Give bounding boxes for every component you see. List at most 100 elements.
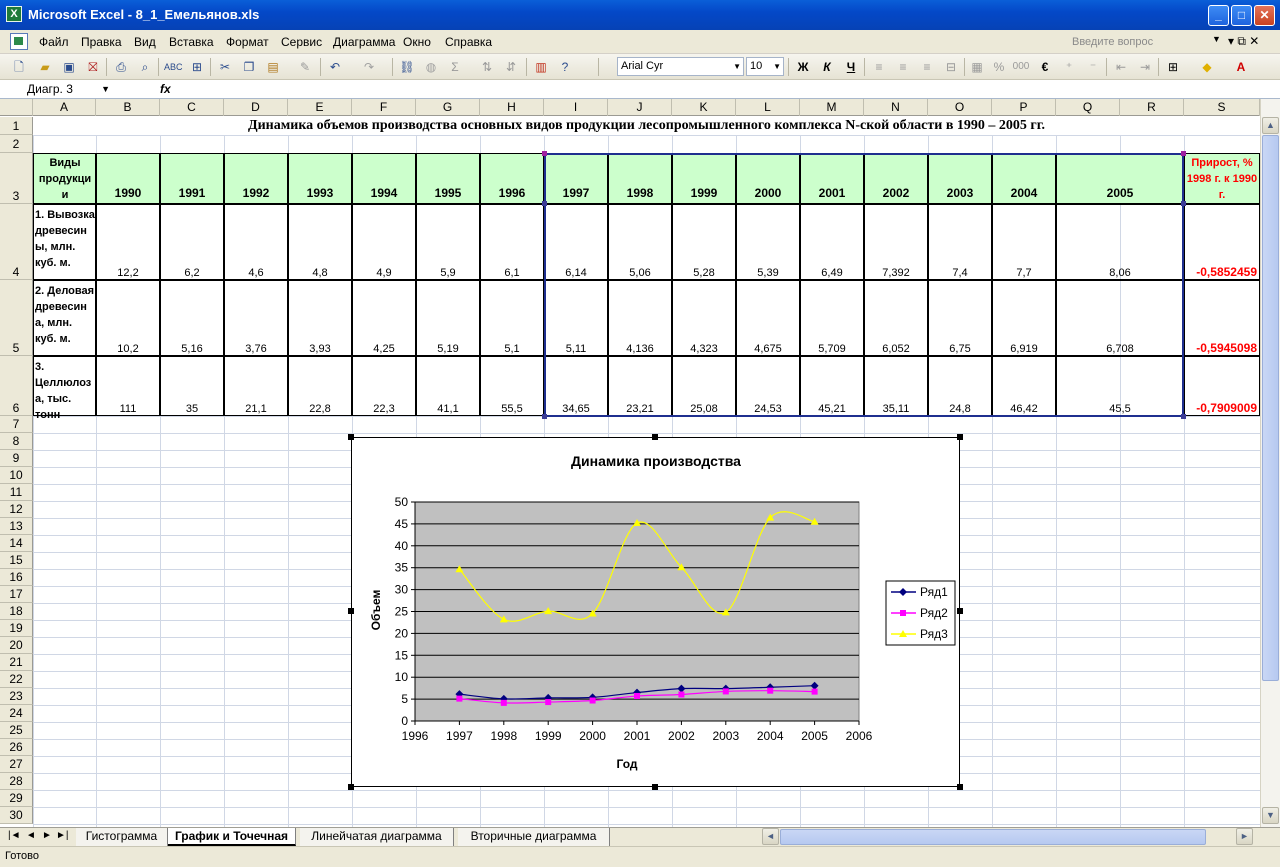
scroll-left-button[interactable]: ◄ [762,828,779,845]
font-color-icon[interactable]: A [1232,58,1250,76]
data-point[interactable] [500,699,507,706]
first-sheet-button[interactable]: |◄ [8,830,21,841]
year-header[interactable]: 1999 [672,153,736,204]
row-header[interactable]: 29 [0,790,33,807]
row-header[interactable]: 27 [0,756,33,773]
column-header[interactable]: D [224,99,288,116]
row-header[interactable]: 8 [0,433,33,450]
data-cell[interactable]: 35 [160,356,224,416]
data-cell[interactable]: 5,28 [672,204,736,280]
row-header[interactable]: 20 [0,637,33,654]
chart-object[interactable]: Динамика производства 0 5 10 15 20 25 30 35 40 45… [351,437,960,787]
legend-label[interactable]: Ряд3 [920,627,948,641]
data-point[interactable] [634,692,640,699]
merge-center-icon[interactable]: ⊟ [942,58,960,76]
year-header[interactable]: 1992 [224,153,288,204]
menu-file[interactable]: Файл [39,35,69,49]
data-cell[interactable]: 41,1 [416,356,480,416]
align-center-icon[interactable]: ≡ [894,58,912,76]
row-header[interactable]: 19 [0,620,33,637]
column-header[interactable]: L [736,99,800,116]
x-axis-title[interactable]: Год [617,757,638,771]
column-header[interactable]: S [1184,99,1260,116]
data-cell[interactable]: 6,49 [800,204,864,280]
year-header[interactable]: 2000 [736,153,800,204]
chart-wizard-icon[interactable]: ▥ [532,58,550,76]
data-cell[interactable]: 46,42 [992,356,1056,416]
row-header[interactable]: 16 [0,569,33,586]
column-header[interactable]: G [416,99,480,116]
print-icon[interactable]: ⎙ [112,58,130,76]
menu-chart[interactable]: Диаграмма [333,35,395,49]
row-header[interactable]: 11 [0,484,33,501]
menu-window[interactable]: Окно [403,35,431,49]
data-cell[interactable]: 7,7 [992,204,1056,280]
increase-indent-icon[interactable]: ⇥ [1136,58,1154,76]
sheet-title[interactable]: Динамика объемов производства основных в… [33,117,1260,135]
data-cell[interactable]: 6,2 [160,204,224,280]
x-tick-label[interactable]: 2000 [579,729,606,743]
fill-color-icon[interactable]: ◆ [1198,58,1216,76]
growth-cell[interactable]: -0,5852459 [1184,204,1260,280]
menu-insert[interactable]: Вставка [169,35,214,49]
data-cell[interactable]: 4,323 [672,280,736,356]
data-cell[interactable]: 4,25 [352,280,416,356]
row-header[interactable]: 12 [0,501,33,518]
column-header[interactable]: N [864,99,928,116]
data-cell[interactable]: 24,53 [736,356,800,416]
row-header[interactable]: 6 [0,356,33,416]
chart-resize-handle[interactable] [348,608,354,614]
year-header[interactable]: 1997 [544,153,608,204]
print-preview-icon[interactable]: ⌕ [136,58,154,76]
row-header[interactable]: 2 [0,135,33,153]
column-header[interactable]: M [800,99,864,116]
menu-tools[interactable]: Сервис [281,35,322,49]
align-right-icon[interactable]: ≡ [918,58,936,76]
percent-button[interactable]: % [990,58,1008,76]
sort-ascending-icon[interactable]: ⇅ [478,58,496,76]
y-tick-label[interactable]: 0 [401,714,408,728]
paste-icon[interactable]: ▤ [264,58,282,76]
column-header[interactable]: R [1120,99,1184,116]
y-tick-label[interactable]: 20 [395,626,409,640]
year-header[interactable]: 1995 [416,153,480,204]
data-point[interactable] [811,688,818,695]
data-cell[interactable]: 8,06 [1056,204,1184,280]
row-header[interactable]: 28 [0,773,33,790]
data-cell[interactable]: 25,08 [672,356,736,416]
year-header[interactable]: 2004 [992,153,1056,204]
year-header[interactable]: 2002 [864,153,928,204]
data-cell[interactable]: 45,5 [1056,356,1184,416]
year-header[interactable]: 1994 [352,153,416,204]
chart-title[interactable]: Динамика производства [571,453,741,469]
menu-format[interactable]: Формат [226,35,269,49]
year-header[interactable]: 1993 [288,153,352,204]
currency-icon[interactable]: ▦ [968,58,986,76]
year-header[interactable]: 1990 [96,153,160,204]
data-cell[interactable]: 22,3 [352,356,416,416]
spelling-icon[interactable]: ABC [164,58,183,76]
minimize-button[interactable]: _ [1208,5,1229,26]
scroll-right-button[interactable]: ► [1236,828,1253,845]
decrease-decimal-icon[interactable]: ⁻ [1084,58,1102,76]
y-tick-label[interactable]: 25 [395,605,409,619]
data-cell[interactable]: 5,11 [544,280,608,356]
save-icon[interactable]: ▣ [60,58,78,76]
data-cell[interactable]: 5,9 [416,204,480,280]
chart-resize-handle[interactable] [348,434,354,440]
data-cell[interactable]: 111 [96,356,160,416]
data-cell[interactable]: 4,675 [736,280,800,356]
chart-resize-handle[interactable] [652,434,658,440]
selection-handle[interactable] [542,151,547,156]
data-cell[interactable]: 12,2 [96,204,160,280]
column-header[interactable]: O [928,99,992,116]
font-name-select[interactable]: Arial Cyr ▼ [617,57,744,76]
product-label[interactable]: 1. Вывозка древесин ы, млн. куб. м. [33,204,96,280]
header-product-type[interactable]: Виды продукци и [33,153,96,204]
data-cell[interactable]: 7,392 [864,204,928,280]
row-header[interactable]: 14 [0,535,33,552]
year-header[interactable]: 2001 [800,153,864,204]
data-cell[interactable]: 5,19 [416,280,480,356]
tab-secondary-charts[interactable]: Вторичные диаграмма [458,828,610,846]
close-button[interactable]: ✕ [1254,5,1275,26]
